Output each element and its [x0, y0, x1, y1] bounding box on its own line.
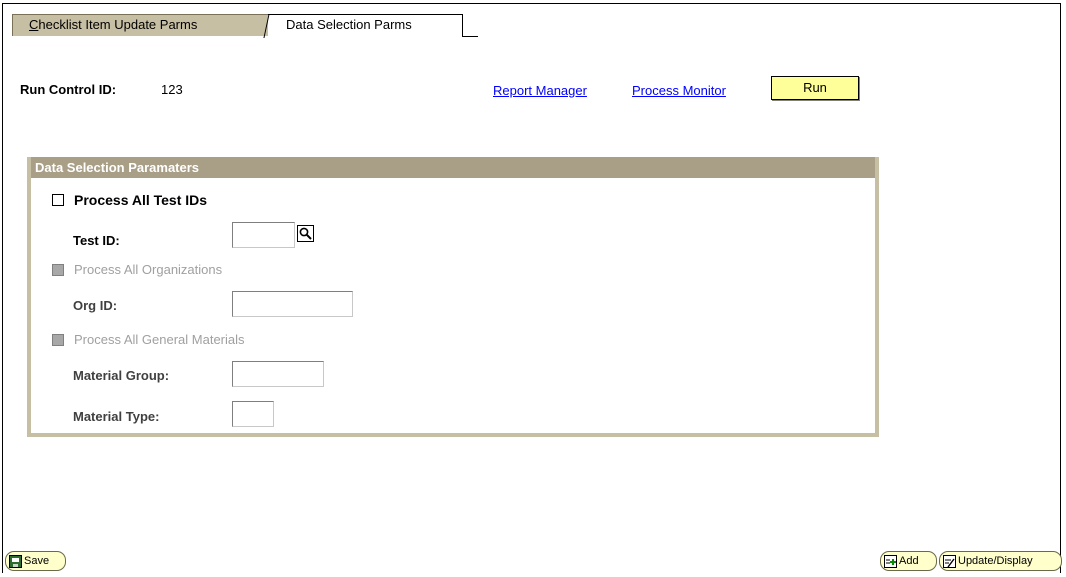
- save-button[interactable]: Save: [5, 551, 66, 571]
- tab-label: hecklist Item Update Parms: [38, 17, 198, 32]
- magnifier-icon: [299, 227, 312, 240]
- run-control-label: Run Control ID:: [20, 82, 117, 97]
- process-all-organizations-checkbox: [52, 264, 64, 276]
- add-label: Add: [899, 555, 919, 567]
- add-button[interactable]: Add: [880, 551, 937, 571]
- process-all-organizations-label: Process All Organizations: [74, 262, 223, 277]
- tab-access-key: C: [29, 17, 39, 32]
- group-title: Data Selection Paramaters: [31, 157, 875, 178]
- update-display-button[interactable]: Update/Display: [939, 551, 1062, 571]
- tab-divider: [462, 36, 478, 37]
- process-all-test-ids-label: Process All Test IDs: [74, 192, 208, 208]
- update-display-icon: [943, 554, 956, 568]
- tab-label: Data Selection Parms: [286, 17, 412, 32]
- org-id-label: Org ID:: [73, 298, 118, 313]
- process-all-general-materials-checkbox: [52, 334, 64, 346]
- test-id-input[interactable]: [232, 222, 295, 248]
- process-monitor-link[interactable]: Process Monitor: [632, 83, 726, 98]
- run-button[interactable]: Run: [771, 76, 859, 100]
- add-icon: [884, 554, 897, 568]
- material-group-label: Material Group:: [73, 368, 170, 383]
- update-display-label: Update/Display: [958, 555, 1033, 567]
- test-id-label: Test ID:: [73, 233, 120, 248]
- process-all-general-materials-label: Process All General Materials: [74, 332, 245, 347]
- save-icon: [9, 554, 22, 568]
- save-label: Save: [24, 555, 50, 567]
- material-type-label: Material Type:: [73, 409, 160, 424]
- tab-checklist-item-update-parms[interactable]: Checklist Item Update Parms: [12, 14, 270, 36]
- report-manager-link[interactable]: Report Manager: [493, 83, 587, 98]
- run-control-value: 123: [161, 82, 183, 97]
- material-group-input[interactable]: [232, 361, 324, 387]
- tab-data-selection-parms[interactable]: Data Selection Parms: [268, 14, 463, 36]
- process-all-test-ids-checkbox[interactable]: [52, 194, 64, 206]
- material-type-input[interactable]: [232, 401, 274, 427]
- org-id-input[interactable]: [232, 291, 353, 317]
- lookup-button[interactable]: [297, 225, 314, 242]
